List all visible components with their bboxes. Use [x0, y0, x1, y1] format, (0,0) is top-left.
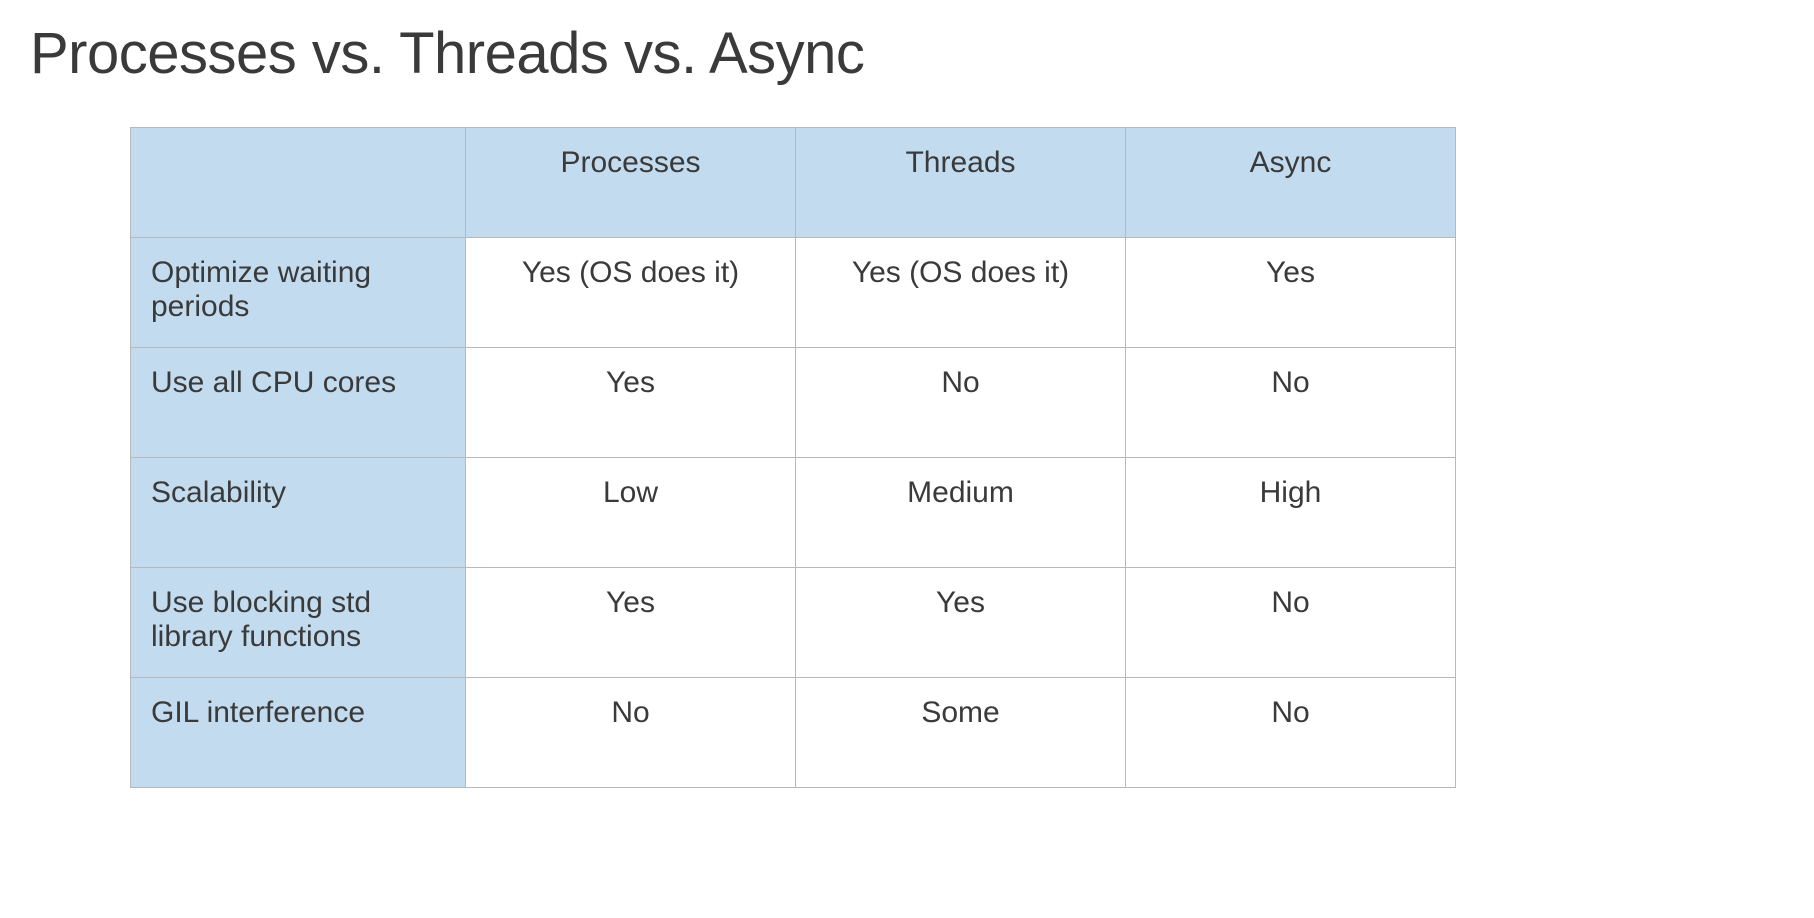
- table-row: Use all CPU cores Yes No No: [131, 348, 1456, 458]
- cell: Yes: [796, 568, 1126, 678]
- cell: Yes (OS does it): [796, 238, 1126, 348]
- cell: No: [1126, 568, 1456, 678]
- table-header-processes: Processes: [466, 128, 796, 238]
- cell: Low: [466, 458, 796, 568]
- row-label: Use all CPU cores: [131, 348, 466, 458]
- cell: Yes (OS does it): [466, 238, 796, 348]
- cell: Yes: [466, 348, 796, 458]
- row-label: GIL interference: [131, 678, 466, 788]
- cell: Yes: [466, 568, 796, 678]
- cell: High: [1126, 458, 1456, 568]
- table-row: GIL interference No Some No: [131, 678, 1456, 788]
- cell: No: [1126, 678, 1456, 788]
- table-header-threads: Threads: [796, 128, 1126, 238]
- cell: No: [466, 678, 796, 788]
- table-row: Scalability Low Medium High: [131, 458, 1456, 568]
- table-header-row: Processes Threads Async: [131, 128, 1456, 238]
- table-header-blank: [131, 128, 466, 238]
- comparison-table: Processes Threads Async Optimize waiting…: [130, 127, 1456, 788]
- table-row: Optimize waiting periods Yes (OS does it…: [131, 238, 1456, 348]
- cell: Medium: [796, 458, 1126, 568]
- table-row: Use blocking std library functions Yes Y…: [131, 568, 1456, 678]
- cell: No: [1126, 348, 1456, 458]
- comparison-table-wrap: Processes Threads Async Optimize waiting…: [30, 127, 1784, 788]
- row-label: Use blocking std library functions: [131, 568, 466, 678]
- table-header-async: Async: [1126, 128, 1456, 238]
- cell: Some: [796, 678, 1126, 788]
- page-title: Processes vs. Threads vs. Async: [30, 20, 1784, 87]
- cell: No: [796, 348, 1126, 458]
- row-label: Optimize waiting periods: [131, 238, 466, 348]
- row-label: Scalability: [131, 458, 466, 568]
- cell: Yes: [1126, 238, 1456, 348]
